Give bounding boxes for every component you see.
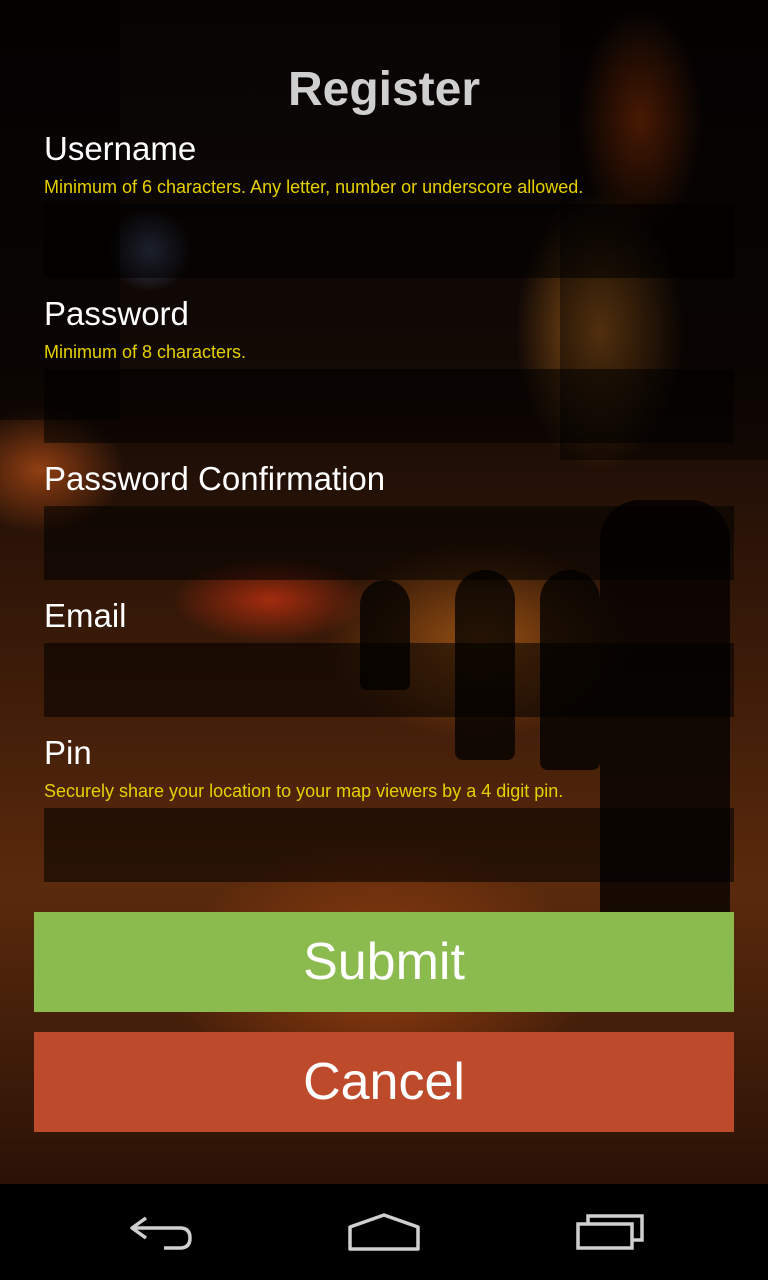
navigation-bar xyxy=(0,1184,768,1280)
password-confirmation-field[interactable] xyxy=(44,506,734,580)
username-hint: Minimum of 6 characters. Any letter, num… xyxy=(44,177,584,197)
email-field[interactable] xyxy=(44,643,734,717)
recent-apps-icon[interactable] xyxy=(562,1204,658,1260)
username-label: Username xyxy=(44,130,197,167)
back-icon[interactable] xyxy=(112,1204,208,1260)
pin-field[interactable] xyxy=(44,808,734,882)
password-field[interactable] xyxy=(44,369,734,443)
password-label: Password xyxy=(44,295,189,332)
password-confirmation-label: Password Confirmation xyxy=(44,460,386,497)
cancel-button[interactable]: Cancel xyxy=(34,1032,734,1132)
pin-label: Pin xyxy=(44,734,92,771)
password-hint: Minimum of 8 characters. xyxy=(44,342,247,362)
home-icon[interactable] xyxy=(336,1204,432,1260)
submit-button[interactable]: Submit xyxy=(34,912,734,1012)
username-field[interactable] xyxy=(44,204,734,278)
page-title: Register xyxy=(287,63,481,116)
pin-hint: Securely share your location to your map… xyxy=(44,781,564,801)
email-label: Email xyxy=(44,597,127,634)
